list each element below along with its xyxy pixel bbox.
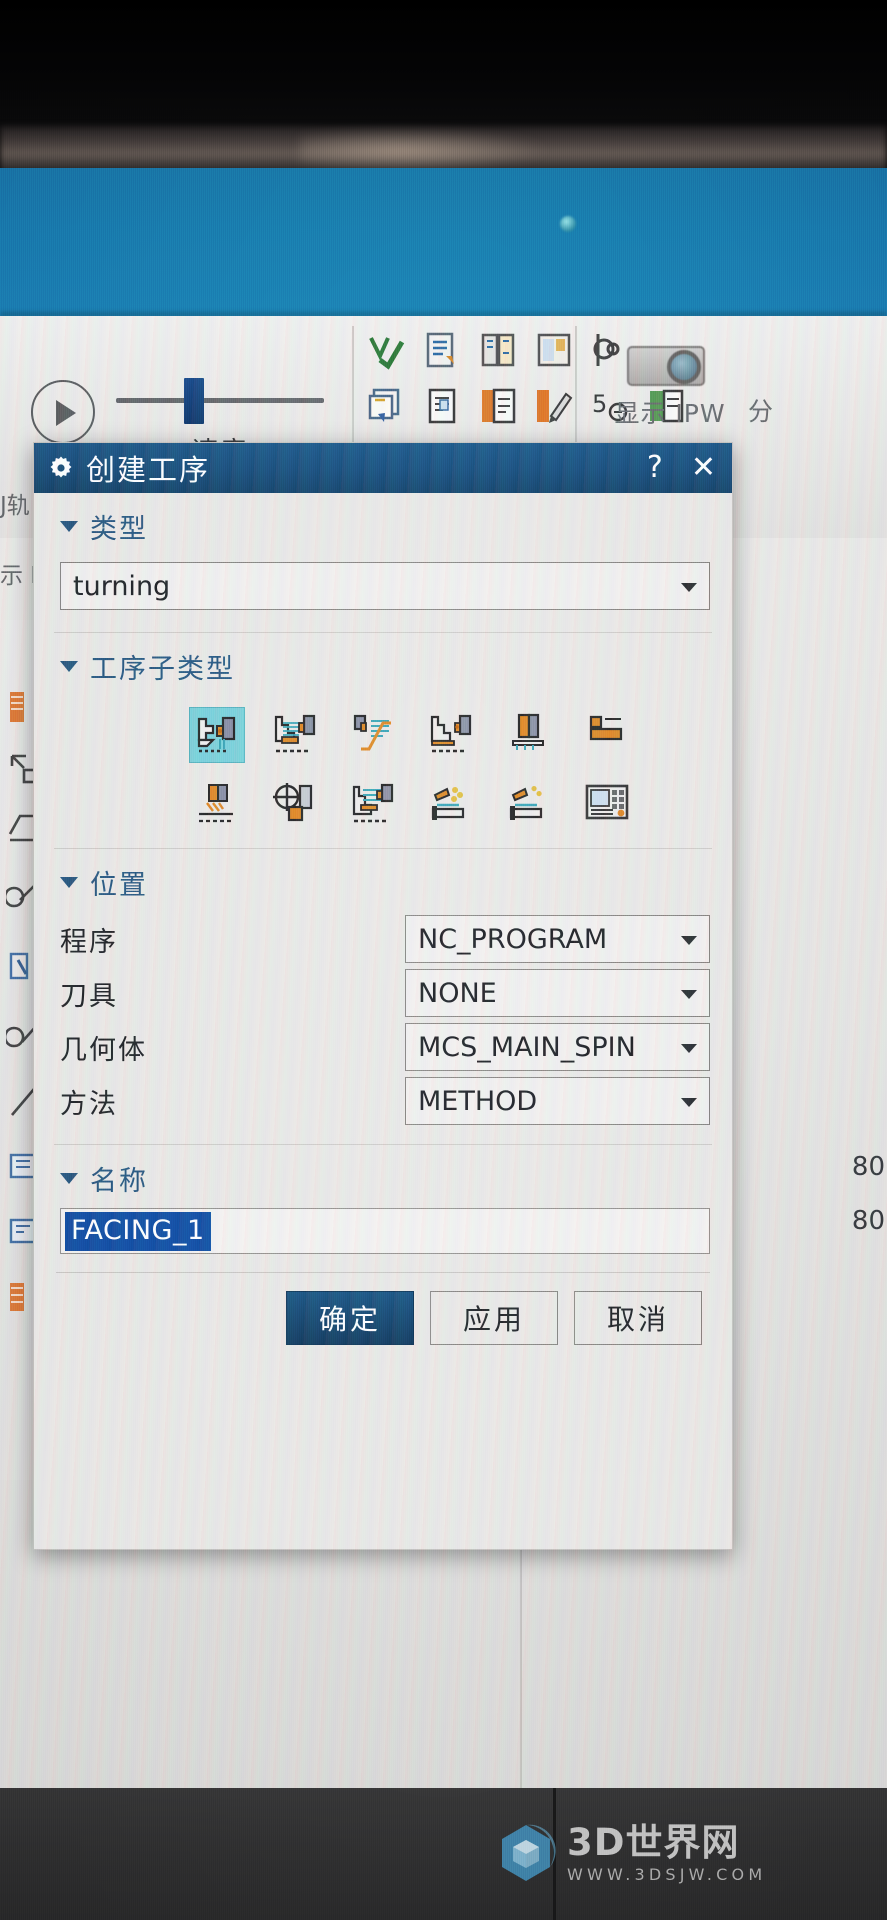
chevron-down-icon[interactable] (60, 521, 78, 532)
finish-turn-od-icon[interactable] (424, 708, 478, 762)
location-row-tool: 刀具 NONE (60, 968, 710, 1018)
help-icon[interactable]: ? (647, 453, 663, 483)
section-subtype-header[interactable]: 工序子类型 (50, 633, 716, 692)
dialog-footer: 确定 应用 取消 (50, 1273, 716, 1345)
create-operation-dialog: 创建工序 ? ✕ 类型 turning 工序子类型 位置 程序 NC_PROGR… (33, 442, 733, 1550)
lathe-control-icon[interactable] (580, 778, 634, 832)
toolbar-separator-1 (352, 326, 354, 454)
dialog-title: 创建工序 (86, 453, 211, 487)
geometry-label: 几何体 (60, 1034, 147, 1066)
facing-icon[interactable] (190, 708, 244, 762)
teachmode-icon[interactable] (502, 708, 556, 762)
dialog-body: 类型 turning 工序子类型 位置 程序 NC_PROGRAM 刀具 NON… (34, 493, 732, 1345)
section-location-header[interactable]: 位置 (50, 849, 716, 908)
background-text-1: J轨 (0, 493, 30, 519)
program-dropdown[interactable]: NC_PROGRAM (405, 915, 710, 963)
section-name-header[interactable]: 名称 (50, 1145, 716, 1204)
location-row-geometry: 几何体 MCS_MAIN_SPIN (60, 1022, 710, 1072)
rough-bore-id-icon[interactable] (346, 778, 400, 832)
toolbar-right-partial-label: 分 (748, 397, 774, 426)
ipw-edit-icon[interactable] (534, 386, 574, 426)
ipw-document-icon[interactable] (478, 386, 518, 426)
toolbar-icon-row-1 (366, 330, 630, 370)
location-row-program: 程序 NC_PROGRAM (60, 914, 710, 964)
cube-hexagon-logo-icon (495, 1822, 557, 1884)
section-type-header[interactable]: 类型 (50, 493, 716, 552)
play-icon[interactable] (31, 380, 95, 444)
chevron-down-icon[interactable] (60, 661, 78, 672)
chevron-down-icon[interactable] (681, 583, 697, 592)
tool-path-transform-icon[interactable] (478, 330, 518, 370)
app-banner (0, 168, 887, 316)
chevron-down-icon[interactable] (681, 1044, 697, 1053)
name-input[interactable]: FACING_1 (60, 1208, 710, 1254)
verify-checkmark-icon[interactable] (366, 330, 406, 370)
geometry-dropdown[interactable]: MCS_MAIN_SPIN (405, 1023, 710, 1071)
show-ipw-label: 显示 IPW (614, 399, 726, 428)
section-name-label: 名称 (90, 1166, 148, 1197)
rough-back-turn-icon[interactable] (346, 708, 400, 762)
location-row-method: 方法 METHOD (60, 1076, 710, 1126)
tool-path-compare-icon[interactable] (534, 330, 574, 370)
chevron-down-icon[interactable] (681, 1098, 697, 1107)
close-icon[interactable]: ✕ (691, 453, 716, 483)
section-location-label: 位置 (90, 870, 148, 901)
ok-button[interactable]: 确定 (286, 1291, 414, 1345)
watermark-title: 3D世界网 (567, 1820, 740, 1864)
speed-slider-thumb[interactable] (184, 378, 204, 424)
screen-photo: 播放 速度 (0, 0, 887, 1920)
camera-icon (627, 334, 713, 390)
name-input-value: FACING_1 (65, 1211, 211, 1251)
background-text-2: 示 I (0, 563, 38, 589)
list-document-icon[interactable] (422, 386, 462, 426)
tool-dropdown[interactable]: NONE (405, 969, 710, 1017)
tool-dropdown-value: NONE (418, 977, 497, 1009)
type-dropdown-value: turning (73, 570, 171, 602)
chevron-down-icon[interactable] (60, 877, 78, 888)
location-rows: 程序 NC_PROGRAM 刀具 NONE 几何体 MCS_MAIN_SPIN … (50, 908, 716, 1134)
centerline-drilling-icon[interactable] (268, 778, 322, 832)
edge-number-2: 80 (851, 1206, 885, 1236)
chevron-down-icon[interactable] (681, 990, 697, 999)
type-dropdown[interactable]: turning (60, 562, 710, 610)
method-dropdown[interactable]: METHOD (405, 1077, 710, 1125)
dialog-titlebar[interactable]: 创建工序 ? ✕ (34, 443, 732, 493)
tool-label: 刀具 (60, 980, 118, 1012)
cylindrical-mill-icon[interactable] (502, 778, 556, 832)
chevron-down-icon[interactable] (60, 1173, 78, 1184)
section-subtype-label: 工序子类型 (90, 654, 235, 685)
rough-turn-od-icon[interactable] (268, 708, 322, 762)
watermark-text: 3D世界网 WWW.3DSJW.COM (567, 1824, 766, 1883)
watermark: 3D世界网 WWW.3DSJW.COM (495, 1822, 766, 1884)
section-type-label: 类型 (90, 514, 148, 545)
thread-od-icon[interactable] (190, 778, 244, 832)
show-ipw-button[interactable]: 显示 IPW (600, 330, 740, 430)
method-label: 方法 (60, 1088, 118, 1120)
apply-button[interactable]: 应用 (430, 1291, 558, 1345)
gear-icon (48, 455, 74, 481)
name-field-wrap: FACING_1 (50, 1204, 716, 1254)
groove-od-icon[interactable] (580, 708, 634, 762)
copy-paste-icon[interactable] (366, 386, 406, 426)
photo-bezel-top (0, 0, 887, 130)
tool-path-copy-icon[interactable] (422, 330, 462, 370)
watermark-url: WWW.3DSJW.COM (567, 1864, 767, 1884)
program-label: 程序 (60, 926, 118, 958)
operation-subtype-grid (50, 708, 690, 832)
geometry-dropdown-value: MCS_MAIN_SPIN (418, 1031, 636, 1063)
cancel-button[interactable]: 取消 (574, 1291, 702, 1345)
edge-number-1: 80 (851, 1152, 885, 1182)
method-dropdown-value: METHOD (418, 1085, 538, 1117)
photo-bezel-highlight (300, 128, 550, 172)
program-dropdown-value: NC_PROGRAM (418, 923, 608, 955)
chevron-down-icon[interactable] (681, 936, 697, 945)
part-off-icon[interactable] (424, 778, 478, 832)
speed-slider[interactable] (116, 378, 324, 424)
